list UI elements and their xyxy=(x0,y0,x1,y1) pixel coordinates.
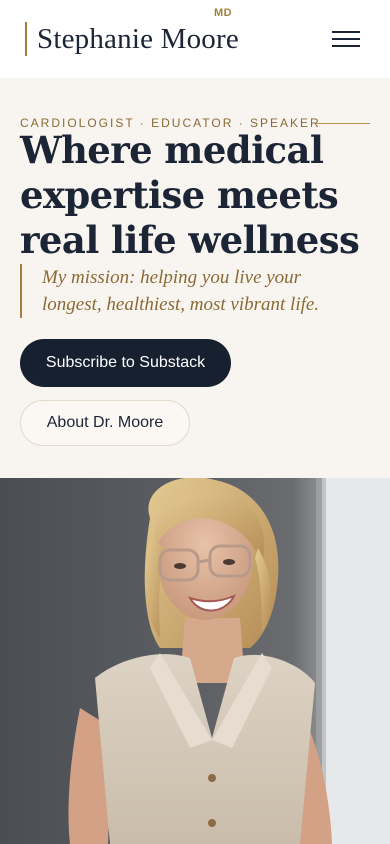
portrait-illustration xyxy=(68,478,390,844)
brand-accent-rule xyxy=(25,22,27,56)
about-button[interactable]: About Dr. Moore xyxy=(20,400,190,446)
headline-line-3: real life wellness xyxy=(20,218,360,262)
brand-name: Stephanie Moore xyxy=(37,22,239,55)
mission-line-1: My mission: helping you live your xyxy=(42,267,302,288)
subscribe-button[interactable]: Subscribe to Substack xyxy=(20,339,231,387)
brand-logo[interactable]: Stephanie Moore xyxy=(25,22,239,56)
mission-line-2: longest, healthiest, most vibrant life. xyxy=(42,294,320,315)
hero-headline: Where medical expertise meets real life … xyxy=(20,128,370,263)
eyebrow-divider xyxy=(314,123,370,124)
brand-credential: MD xyxy=(214,7,233,19)
doctor-portrait-image xyxy=(0,478,390,844)
mission-quote: My mission: helping you live your longes… xyxy=(20,264,370,318)
hero-section: CARDIOLOGIST · EDUCATOR · SPEAKER Where … xyxy=(0,78,390,478)
headline-line-1: Where medical xyxy=(20,128,324,172)
headline-line-2: expertise meets xyxy=(20,173,339,217)
site-header: Stephanie Moore MD xyxy=(0,0,390,78)
hamburger-menu-icon[interactable] xyxy=(332,28,362,50)
